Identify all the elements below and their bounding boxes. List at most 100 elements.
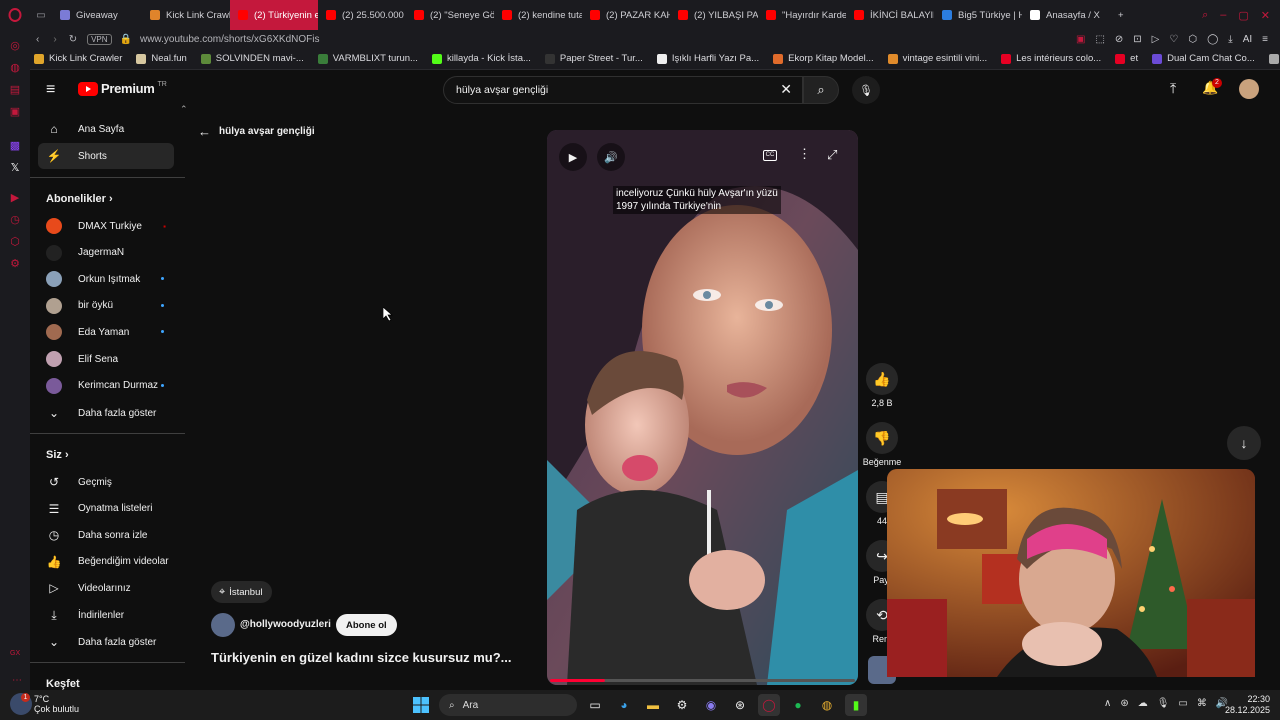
opera-gx-taskbar-icon[interactable]: ◯	[758, 694, 780, 716]
sidebar-item-you[interactable]: ↺ Geçmiş	[38, 469, 174, 495]
sidebar-item-home[interactable]: ⌂ Ana Sayfa	[38, 116, 174, 142]
short-video-player[interactable]: ▶ 🔊 CC ⋮ ⤢ inceliyoruz Çünkü hüly Avşar'…	[547, 130, 858, 685]
browser-tab[interactable]: İKİNCİ BALAYIM	[846, 0, 934, 30]
network-icon[interactable]: ⌘	[1197, 698, 1207, 709]
subscribe-button[interactable]: Abone ol	[336, 614, 397, 636]
avatar[interactable]	[1239, 79, 1259, 99]
bookmark[interactable]: Işıklı Harfli Yazı Pa...	[656, 53, 759, 64]
twitch-icon[interactable]: ▩	[0, 134, 30, 156]
spotify-icon[interactable]: ●	[787, 694, 809, 716]
sidebar-item-shorts[interactable]: ⚡ Shorts	[38, 143, 174, 169]
instagram-icon[interactable]: ▣	[0, 100, 30, 122]
maximize-icon[interactable]: ▢	[1238, 9, 1248, 22]
sidebar-scroll-up-icon[interactable]: ⌃	[180, 104, 188, 115]
sidebar-item-subscription[interactable]: Elif Sena	[38, 346, 174, 372]
explore-header[interactable]: Keşfet	[46, 678, 80, 690]
display-icon[interactable]: ▭	[1178, 698, 1187, 709]
upload-icon[interactable]: ⤒	[1170, 80, 1176, 97]
browser-tab[interactable]: (2) 25.500.000	[318, 0, 406, 30]
browser-tab[interactable]: (2) "Seneye Gö	[406, 0, 494, 30]
clear-search-icon[interactable]: ✕	[780, 81, 792, 98]
browser-tab[interactable]: Giveaway	[52, 0, 142, 30]
sidebar-item-you[interactable]: ☰ Oynatma listeleri	[38, 496, 174, 522]
kick-app-icon[interactable]: ▮	[845, 694, 867, 716]
opera-logo-icon[interactable]	[0, 0, 30, 30]
clock[interactable]: 22:30 28.12.2025	[1222, 694, 1270, 716]
whatsapp-icon[interactable]: ◍	[0, 56, 30, 78]
extension-icon[interactable]: ⬡	[1188, 34, 1197, 45]
bookmark[interactable]: Çocuk Vlog Bingosu	[1268, 53, 1280, 64]
bookmark[interactable]: et	[1115, 53, 1138, 64]
you-header[interactable]: Siz ›	[46, 449, 69, 461]
taskbar-search[interactable]: ⌕ Ara	[439, 694, 577, 716]
channel-avatar[interactable]	[211, 613, 235, 637]
captions-icon[interactable]: CC	[763, 150, 777, 161]
aria-ai-icon[interactable]: AI	[1243, 34, 1252, 45]
browser-tab[interactable]: (2) Türkiyenin en güzel ka	[230, 0, 318, 30]
back-to-search[interactable]: ← hülya avşar gençliği	[198, 124, 315, 139]
show-more-subscriptions[interactable]: ⌄ Daha fazla göster	[38, 400, 174, 426]
minimize-icon[interactable]: –	[1220, 9, 1226, 22]
sidebar-item-you[interactable]: ⤓ İndirilenler	[38, 602, 174, 628]
snapshot-icon[interactable]: ▣	[1076, 34, 1085, 45]
sidebar-item-subscription[interactable]: JagermaN	[38, 240, 174, 266]
sidebar-item-subscription[interactable]: Eda Yaman	[38, 319, 174, 345]
reload-icon[interactable]: ↻	[69, 34, 77, 45]
sidebar-item-you[interactable]: ◷ Daha sonra izle	[38, 522, 174, 548]
new-tab-button[interactable]: +	[1110, 0, 1132, 30]
like-button[interactable]: 👍	[866, 363, 898, 395]
browser-tab[interactable]: "Hayırdır Karde	[758, 0, 846, 30]
location-chip[interactable]: ⌖ İstanbul	[211, 581, 273, 603]
bookmark[interactable]: killayda - Kick İsta...	[431, 53, 531, 64]
steam-icon[interactable]: ⊛	[729, 694, 751, 716]
volume-button[interactable]: 🔊	[597, 143, 625, 171]
next-short-button[interactable]: ↓	[1227, 426, 1261, 460]
browser-tab[interactable]: (2) YILBAŞI PAS	[670, 0, 758, 30]
url-field[interactable]: www.youtube.com/shorts/xG6XKdNOFis	[140, 34, 320, 45]
settings-icon[interactable]: ⚙	[0, 252, 30, 274]
history-icon[interactable]: ◷	[0, 208, 30, 230]
heart-icon[interactable]: ♡	[1169, 34, 1178, 45]
vpn-badge[interactable]: VPN	[87, 33, 112, 45]
voice-search-button[interactable]: 🎙	[852, 76, 880, 104]
sidebar-item-subscription[interactable]: bir öykü	[38, 293, 174, 319]
microphone-tray-icon[interactable]: 🎙	[1157, 698, 1170, 709]
sidebar-item-subscription[interactable]: Orkun Işıtmak	[38, 266, 174, 292]
start-button[interactable]	[410, 694, 432, 716]
message-icon[interactable]: ▤	[0, 78, 30, 100]
easy-files-icon[interactable]: ⬚	[1095, 34, 1104, 45]
play-button[interactable]: ▶	[559, 143, 587, 171]
download-icon[interactable]: ⤓	[1228, 34, 1232, 45]
messenger-icon[interactable]: ◎	[0, 34, 30, 56]
more-icon[interactable]: ⋯	[12, 675, 22, 686]
bookmark[interactable]: VARMBLIXT turun...	[317, 53, 418, 64]
search-button[interactable]: ⌕	[803, 76, 839, 104]
search-tabs-icon[interactable]: ⌕	[1202, 9, 1208, 22]
bookmark[interactable]: vintage esintili vini...	[887, 53, 987, 64]
file-explorer-icon[interactable]: ▬	[642, 694, 664, 716]
edge-icon[interactable]: ◕	[613, 694, 635, 716]
sidebar-item-subscription[interactable]: Kerimcan Durmaz	[38, 373, 174, 399]
player-icon[interactable]: ▶	[0, 186, 30, 208]
browser-tab[interactable]: Anasayfa / X	[1022, 0, 1110, 30]
weather-widget[interactable]: 7°C Çok bulutlu	[34, 694, 79, 714]
tray-app-icon[interactable]: ⊛	[1120, 698, 1128, 709]
forward-icon[interactable]: ›	[53, 34, 56, 45]
more-options-icon[interactable]: ⋮	[798, 146, 811, 162]
bookmark[interactable]: Paper Street - Tur...	[544, 53, 643, 64]
dislike-button[interactable]: 👎	[866, 422, 898, 454]
tab-overview-icon[interactable]: ▭	[30, 10, 52, 21]
back-icon[interactable]: ‹	[36, 34, 39, 45]
sidebar-item-subscription[interactable]: DMAX Turkiye ▪	[38, 213, 174, 239]
profile-icon[interactable]: ◯	[1207, 34, 1218, 45]
x-icon[interactable]: 𝕏	[0, 156, 30, 178]
settings-app-icon[interactable]: ⚙	[671, 694, 693, 716]
bookmark[interactable]: Dual Cam Chat Co...	[1152, 53, 1255, 64]
browser-tab[interactable]: Big5 Türkiye | H	[934, 0, 1022, 30]
sidebar-item-you[interactable]: ▷ Videolarınız	[38, 575, 174, 601]
bookmark[interactable]: Ekorp Kitap Model...	[773, 53, 874, 64]
discord-icon[interactable]: ◉	[700, 694, 722, 716]
bookmark[interactable]: SOLVINDEN mavi-...	[200, 53, 304, 64]
extensions-icon[interactable]: ⬡	[0, 230, 30, 252]
bookmark[interactable]: Kick Link Crawler	[34, 53, 122, 64]
